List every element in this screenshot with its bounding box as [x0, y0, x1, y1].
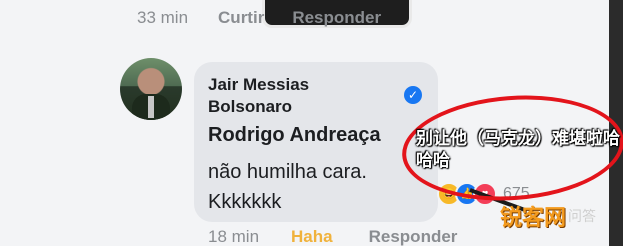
screenshot-frame: 33 min Curtir Responder Jair Messias Bol…: [0, 0, 623, 246]
comment-actions: 18 min Haha Responder: [208, 227, 457, 246]
reply-button[interactable]: Responder: [292, 8, 381, 28]
verified-check-icon: ✓: [404, 86, 422, 104]
haha-reaction-button[interactable]: Haha: [291, 227, 333, 246]
watermark-brand: 锐客网: [500, 206, 567, 231]
comment-text-line: não humilha cara.: [208, 161, 367, 183]
comment-text: não humilha cara. Kkkkkkk: [208, 157, 367, 217]
comment-timestamp: 33 min: [137, 8, 189, 27]
watermark: 锐客网 问答: [500, 200, 596, 232]
annotation-caption: 别让他（马克龙）难堪啦哈哈哈: [416, 129, 620, 171]
comment-author[interactable]: Jair Messias Bolsonaro: [208, 74, 368, 118]
previous-comment-actions: 33 min Curtir Responder: [137, 8, 381, 28]
like-button[interactable]: Curtir: [218, 8, 264, 28]
comment-timestamp: 18 min: [208, 227, 260, 246]
avatar[interactable]: [120, 58, 182, 120]
avatar-tie: [148, 96, 154, 118]
comment-text-line: Kkkkkkk: [208, 191, 282, 213]
comment-mention[interactable]: Rodrigo Andreaça: [208, 124, 381, 147]
reply-button[interactable]: Responder: [369, 227, 458, 246]
watermark-suffix: 问答: [568, 209, 597, 225]
